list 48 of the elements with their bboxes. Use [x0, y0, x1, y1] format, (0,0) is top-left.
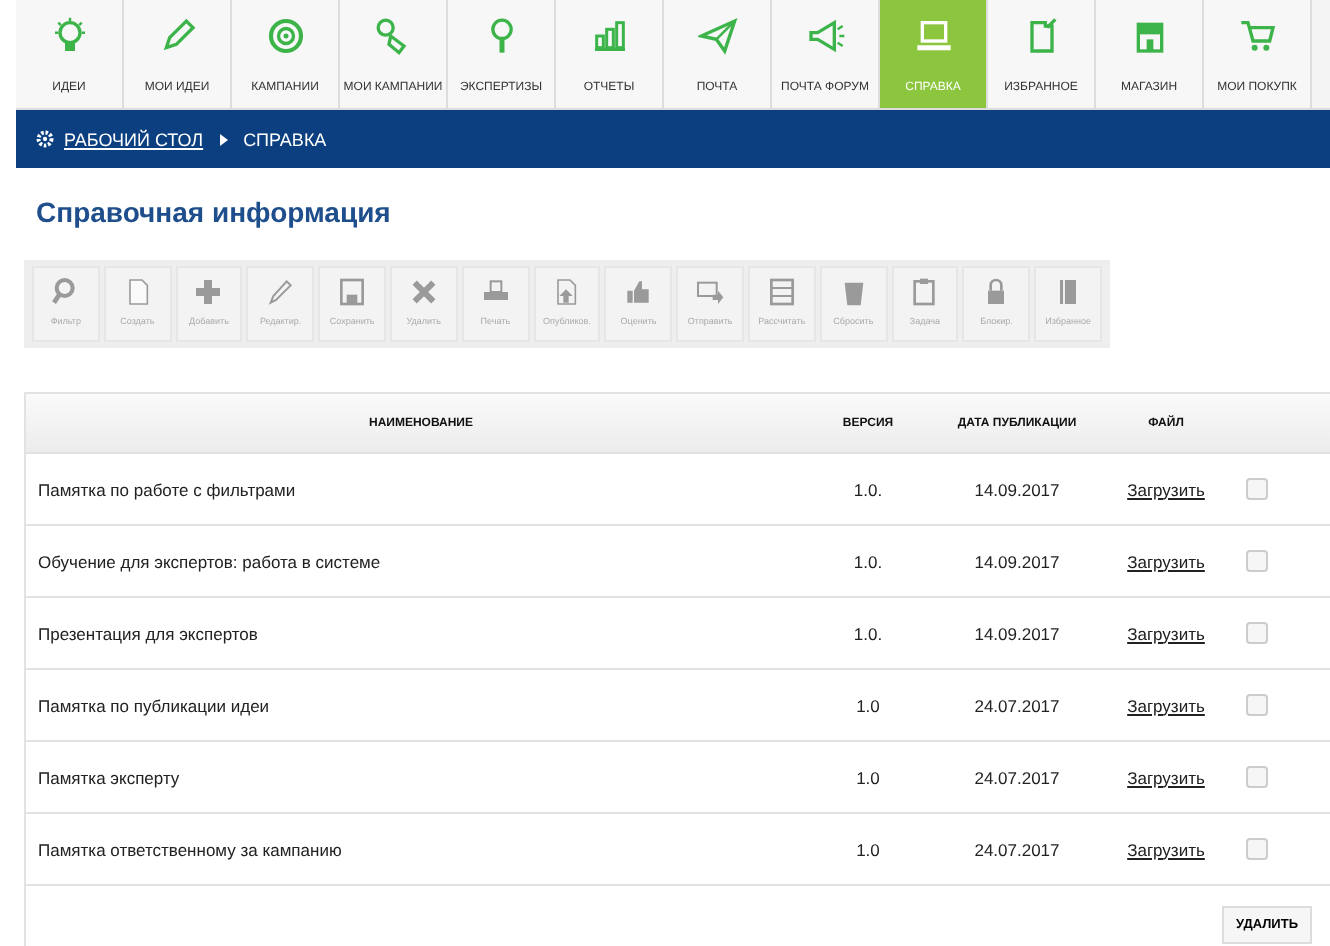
row-checkbox[interactable] — [1246, 694, 1268, 717]
plus-icon — [192, 276, 225, 308]
paper-plane-icon — [697, 16, 737, 56]
page-title: Справочная информация — [36, 196, 393, 232]
breadcrumb-current: СПРАВКА — [243, 129, 327, 149]
table-cell: Памятка по публикации идеи — [26, 669, 806, 741]
download-link[interactable]: Загрузить — [1127, 551, 1205, 571]
thumbs-up-icon — [622, 276, 655, 308]
download-link[interactable]: Загрузить — [1127, 623, 1205, 643]
cart-icon — [1237, 16, 1277, 56]
megaphone-icon — [805, 16, 845, 56]
table-cell: 24.07.2017 — [930, 741, 1104, 813]
laptop-icon — [913, 16, 953, 56]
row-checkbox[interactable] — [1246, 478, 1268, 501]
table-cell: 14.09.2017 — [930, 525, 1104, 597]
table-cell: 24.07.2017 — [930, 669, 1104, 741]
download-link[interactable]: Загрузить — [1127, 839, 1205, 859]
row-checkbox[interactable] — [1246, 550, 1268, 573]
row-checkbox[interactable] — [1246, 622, 1268, 645]
pencil-icon — [264, 276, 297, 308]
table-cell: Презентация для экспертов — [26, 597, 806, 669]
table-cell: 14.09.2017 — [930, 597, 1104, 669]
table-cell: Памятка по работе с фильтрами — [26, 453, 806, 525]
table-cell: 1.0. — [806, 597, 930, 669]
target-icon — [265, 16, 305, 56]
row-checkbox[interactable] — [1246, 766, 1268, 789]
download-link[interactable]: Загрузить — [1127, 479, 1205, 499]
table-cell: 1.0. — [806, 453, 930, 525]
chevron-icon — [219, 133, 228, 145]
table-cell: Памятка эксперту — [26, 741, 806, 813]
table-cell: 1.0. — [806, 525, 930, 597]
table-cell: 24.07.2017 — [930, 813, 1104, 884]
envelope-icon — [694, 276, 727, 308]
table-cell: 1.0 — [806, 813, 930, 884]
table-cell: 14.09.2017 — [930, 453, 1104, 525]
gear-icon — [36, 130, 54, 148]
row-checkbox[interactable] — [1246, 838, 1268, 861]
bar-chart-icon — [589, 16, 629, 56]
download-link[interactable]: Загрузить — [1127, 767, 1205, 787]
table-cell: Обучение для экспертов: работа в системе — [26, 525, 806, 597]
cross-icon — [407, 276, 440, 308]
clipboard-icon — [908, 276, 941, 308]
table-cell: 1.0 — [806, 741, 930, 813]
table-cell: Памятка ответственному за кампанию — [26, 813, 806, 884]
table-cell: 1.0 — [806, 669, 930, 741]
download-link[interactable]: Загрузить — [1127, 695, 1205, 715]
breadcrumb-link[interactable]: РАБОЧИЙ СТОЛ — [64, 129, 204, 149]
lightbulb-icon — [49, 16, 89, 56]
